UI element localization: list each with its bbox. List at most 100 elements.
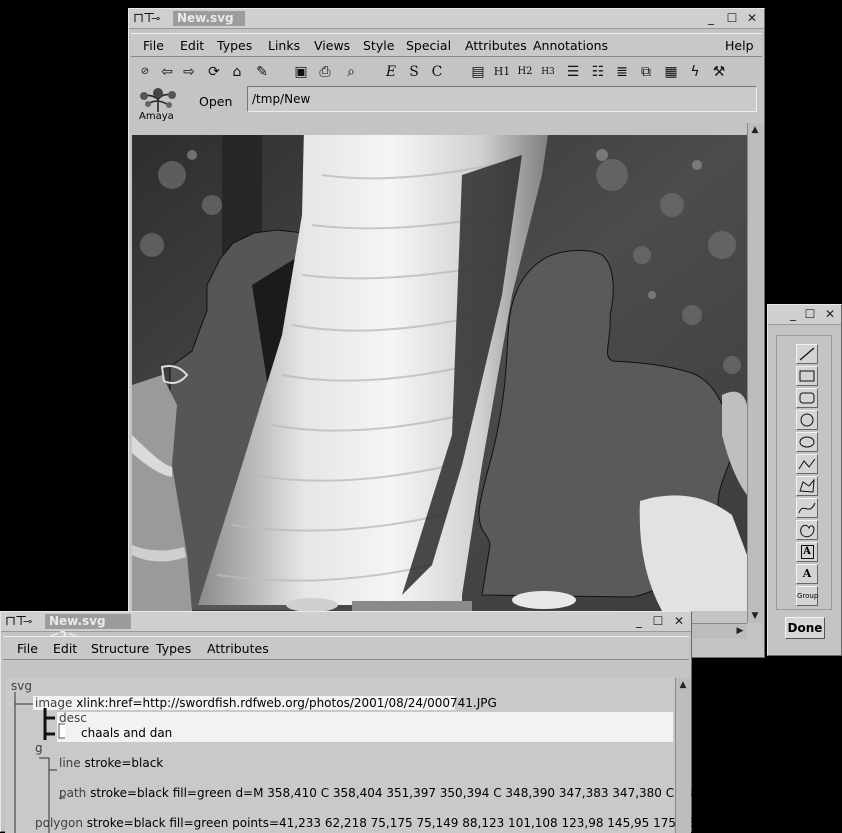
structure-pin-icon[interactable]: ⊸ — [23, 615, 32, 628]
numbered-list-icon[interactable]: ☷ — [588, 62, 608, 82]
structure-titlebar[interactable]: ⊓⊤ ⊸ New.svg <2> _ ☐ ✕ — [1, 612, 691, 643]
tree-node-attrs: chaals and dan — [81, 726, 173, 740]
forward-icon[interactable]: ⇨ — [179, 62, 199, 82]
menu-views[interactable]: Views — [314, 38, 350, 53]
svg-canvas-image[interactable] — [132, 135, 747, 611]
text-box-tool-icon[interactable]: A — [796, 542, 818, 562]
tree-node-attrs: xlink:href=http://swordfish.rdfweb.org/p… — [72, 696, 497, 710]
structure-menu-types[interactable]: Types — [156, 641, 191, 656]
structure-close-icon[interactable]: ✕ — [672, 614, 686, 628]
bullet-list-icon[interactable]: ☰ — [563, 62, 583, 82]
minimize-icon[interactable]: _ — [704, 11, 718, 25]
tree-node-attrs: stroke=black fill=green d=M 358,410 C 35… — [86, 786, 720, 800]
palette-titlebar[interactable]: _ ☐ ✕ — [768, 305, 841, 325]
rounded-rect-tool-icon[interactable] — [796, 388, 818, 408]
tree-node-line[interactable]: line stroke=black — [59, 756, 163, 770]
url-input[interactable]: /tmp/New — [247, 86, 757, 112]
edit-pencil-icon[interactable]: ✎ — [252, 62, 272, 82]
scroll-up-icon[interactable]: ▲ — [748, 123, 762, 137]
line-tool-icon[interactable] — [796, 344, 818, 364]
home-icon[interactable]: ⌂ — [227, 62, 247, 82]
amaya-logo: Amaya — [135, 87, 181, 122]
main-vertical-scrollbar[interactable]: ▲ ▼ — [747, 123, 763, 623]
structure-scroll-up-icon[interactable]: ▲ — [676, 678, 690, 692]
photo-scene — [132, 135, 747, 611]
table-icon[interactable]: ▦ — [661, 62, 681, 82]
strong-icon[interactable]: S — [404, 62, 424, 82]
palette-tool-frame: A A Group — [776, 335, 832, 610]
bezier-tool-icon[interactable] — [796, 498, 818, 518]
image-insert-icon[interactable]: ▤ — [468, 62, 488, 82]
tree-node-tag: g — [35, 741, 43, 755]
scroll-right-icon[interactable]: ▶ — [733, 624, 747, 638]
tree-node-g[interactable]: g — [35, 741, 43, 755]
emphasis-icon[interactable]: E — [381, 62, 401, 82]
pin-icon[interactable]: ⊸ — [151, 12, 160, 25]
palette-maximize-icon[interactable]: ☐ — [803, 307, 817, 321]
math-icon[interactable]: ϟ — [685, 62, 705, 82]
tree-node-path[interactable]: path stroke=black fill=green d=M 358,410… — [59, 786, 720, 800]
object-icon[interactable]: ⧉ — [636, 62, 656, 82]
menu-annotations[interactable]: Annotations — [533, 38, 608, 53]
tree-node-image[interactable]: image xlink:href=http://swordfish.rdfweb… — [35, 696, 497, 710]
menu-file[interactable]: File — [143, 38, 164, 53]
scroll-down-icon[interactable]: ▼ — [748, 609, 762, 623]
palette-minimize-icon[interactable]: _ — [786, 307, 800, 321]
reload-icon[interactable]: ⟳ — [204, 62, 224, 82]
svg-palette-window: _ ☐ ✕ A A Group Done — [767, 304, 842, 656]
heading2-icon[interactable]: H2 — [515, 62, 535, 82]
tree-node-tag: svg — [11, 679, 32, 693]
rectangle-tool-icon[interactable] — [796, 366, 818, 386]
menu-help[interactable]: Help — [725, 38, 754, 53]
tree-node-attrs: stroke=black — [80, 756, 164, 770]
group-tool-icon[interactable]: Group — [796, 586, 818, 606]
save-icon[interactable]: ▣ — [291, 62, 311, 82]
tree-node-tag: line — [59, 756, 81, 770]
ellipse-tool-icon[interactable] — [796, 432, 818, 452]
stop-icon[interactable]: ⊘ — [135, 62, 155, 82]
url-input-value: /tmp/New — [252, 92, 311, 106]
print-icon[interactable]: ⎙ — [315, 62, 335, 82]
main-toolbar: ⊘ ⇦ ⇨ ⟳ ⌂ ✎ ▣ ⎙ ⌕ E S C ▤ H1 H2 H3 ☰ ☷ ≣… — [131, 59, 762, 85]
code-icon[interactable]: C — [427, 62, 447, 82]
definition-list-icon[interactable]: ≣ — [612, 62, 632, 82]
find-icon[interactable]: ⌕ — [341, 62, 361, 82]
close-icon[interactable]: ✕ — [745, 11, 759, 25]
menu-edit[interactable]: Edit — [180, 38, 204, 53]
structure-vertical-scrollbar[interactable]: ▲ — [675, 678, 691, 833]
main-titlebar[interactable]: ⊓⊤ ⊸ New.svg _ ☐ ✕ — [129, 9, 764, 29]
done-button[interactable]: Done — [785, 617, 825, 639]
tree-node-desc[interactable]: desc — [59, 711, 87, 725]
main-menubar: File Edit Types Links Views Style Specia… — [131, 33, 762, 57]
structure-menu-file[interactable]: File — [17, 641, 38, 656]
heading3-icon[interactable]: H3 — [538, 62, 558, 82]
window-title: New.svg — [173, 11, 245, 26]
structure-menu-structure[interactable]: Structure — [91, 641, 149, 656]
text-tool-icon[interactable]: A — [796, 564, 818, 584]
menu-types[interactable]: Types — [217, 38, 252, 53]
closed-curve-tool-icon[interactable] — [796, 520, 818, 540]
heading1-icon[interactable]: H1 — [492, 62, 512, 82]
tree-node-svg[interactable]: svg — [11, 679, 32, 693]
circle-tool-icon[interactable] — [796, 410, 818, 430]
palette-close-icon[interactable]: ✕ — [823, 307, 837, 321]
menu-special[interactable]: Special — [406, 38, 451, 53]
polygon-tool-icon[interactable] — [796, 476, 818, 496]
menu-style[interactable]: Style — [363, 38, 394, 53]
tree-node-desc-text[interactable]: chaals and dan — [81, 726, 172, 740]
polyline-tool-icon[interactable] — [796, 454, 818, 474]
tree-node-tag: image — [35, 696, 73, 710]
open-label[interactable]: Open — [199, 94, 232, 109]
graphics-icon[interactable]: ⚒ — [709, 62, 729, 82]
back-icon[interactable]: ⇦ — [157, 62, 177, 82]
structure-menu-attributes[interactable]: Attributes — [207, 641, 269, 656]
maximize-icon[interactable]: ☐ — [725, 11, 739, 25]
structure-maximize-icon[interactable]: ☐ — [651, 614, 665, 628]
structure-minimize-icon[interactable]: _ — [632, 614, 646, 628]
structure-menu-edit[interactable]: Edit — [53, 641, 77, 656]
tree-node-polygon[interactable]: polygon stroke=black fill=green points=4… — [35, 816, 726, 830]
structure-tree: svg image xlink:href=http://swordfish.rd… — [5, 678, 726, 833]
menu-attributes[interactable]: Attributes — [465, 38, 527, 53]
group-label: Group — [797, 592, 819, 600]
menu-links[interactable]: Links — [268, 38, 300, 53]
